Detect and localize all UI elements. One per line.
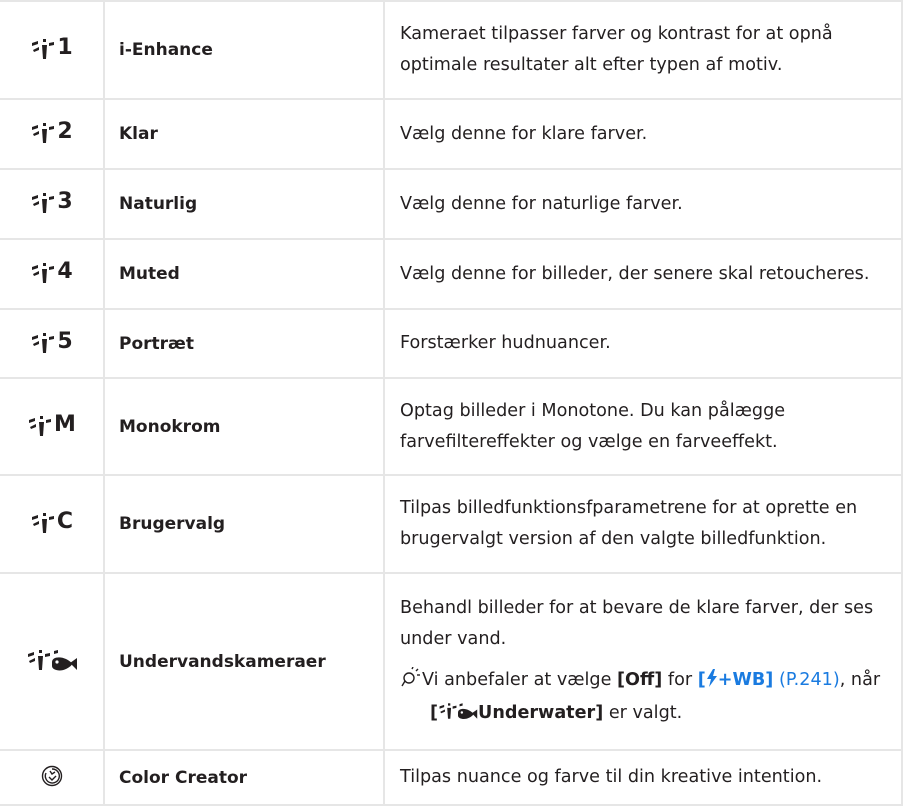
color-creator-icon: [41, 765, 63, 787]
table-row: 3 Naturlig Vælg denne for naturlige farv…: [0, 168, 903, 240]
mode-description: Kameraet tilpasser farver og kontrast fo…: [383, 0, 903, 100]
mode-icon-cell: 1: [0, 0, 105, 100]
note-flash-wb-link[interactable]: [ +WB]: [697, 668, 774, 690]
table-row: Color Creator Tilpas nuance og farve til…: [0, 749, 903, 806]
mode-description: Behandl billeder for at bevare de klare …: [400, 597, 874, 649]
mode-icon-cell: [0, 572, 105, 751]
table-row: M Monokrom Optag billeder i Monotone. Du…: [0, 377, 903, 476]
picture-mode-icon: C: [30, 510, 73, 534]
mode-description: Vælg denne for klare farver.: [383, 98, 903, 170]
mode-suffix: 2: [57, 119, 73, 144]
note-lead: Vi anbefaler at vælge: [422, 669, 618, 690]
mode-description: Optag billeder i Monotone. Du kan pålægg…: [383, 377, 903, 476]
mode-name: i-Enhance: [103, 0, 385, 100]
mode-icon-cell: 4: [0, 238, 105, 310]
mode-icon-cell: C: [0, 474, 105, 574]
mode-name: Klar: [103, 98, 385, 170]
mode-icon-cell: M: [0, 377, 105, 476]
flash-bracket: [: [697, 669, 706, 690]
mode-name: Portræt: [103, 308, 385, 379]
table-row: 5 Portræt Forstærker hudnuancer.: [0, 308, 903, 379]
mode-icon-cell: [0, 749, 105, 806]
mode-suffix: 1: [57, 35, 73, 60]
table-row: Undervandskameraer Behandl billeder for …: [0, 572, 903, 751]
table-row: 1 i-Enhance Kameraet tilpasser farver og…: [0, 0, 903, 100]
note-mode-label: Underwater]: [478, 702, 604, 723]
picture-mode-table: 1 i-Enhance Kameraet tilpasser farver og…: [0, 0, 903, 806]
picture-mode-icon: M: [27, 411, 76, 437]
mode-description: Vælg denne for billeder, der senere skal…: [383, 238, 903, 310]
mode-description: Tilpas nuance og farve til din kreative …: [383, 749, 903, 806]
mode-suffix: M: [54, 411, 76, 437]
mode-name: Brugervalg: [103, 474, 385, 574]
mode-description: Forstærker hudnuancer.: [383, 308, 903, 379]
flash-icon: [706, 667, 718, 698]
page-reference-link[interactable]: (P.241): [779, 670, 840, 690]
table-row: 4 Muted Vælg denne for billeder, der sen…: [0, 238, 903, 310]
mode-suffix: C: [56, 509, 74, 534]
note-mode-open: [: [430, 702, 439, 723]
note-tail: er valgt.: [603, 702, 683, 723]
mode-name: Monokrom: [103, 377, 385, 476]
underwater-mode-icon: [26, 649, 78, 671]
table-row: C Brugervalg Tilpas billedfunktionsfpara…: [0, 474, 903, 574]
mode-name: Undervandskameraer: [103, 572, 385, 751]
underwater-mode-icon: [438, 700, 478, 731]
note-after: , når: [839, 669, 881, 690]
mode-name: Naturlig: [103, 168, 385, 240]
mode-icon-cell: 5: [0, 308, 105, 379]
note-off-option: [Off]: [617, 669, 663, 690]
mode-description-underwater: Behandl billeder for at bevare de klare …: [383, 572, 903, 751]
mode-name: Color Creator: [103, 749, 385, 806]
picture-mode-icon: 5: [30, 328, 73, 354]
mode-icon-cell: 3: [0, 168, 105, 240]
mode-suffix: 3: [57, 189, 73, 214]
flash-wb-label: +WB]: [717, 669, 774, 690]
hint-icon: [400, 666, 422, 698]
mode-suffix: 4: [57, 259, 73, 284]
picture-mode-icon: 1: [30, 35, 73, 60]
mode-name: Muted: [103, 238, 385, 310]
picture-mode-icon: 2: [30, 119, 73, 144]
mode-description: Vælg denne for naturlige farver.: [383, 168, 903, 240]
mode-suffix: 5: [57, 328, 73, 354]
mode-description: Tilpas billedfunktionsfparametrene for a…: [383, 474, 903, 574]
note-for: for: [662, 669, 698, 690]
table-row: 2 Klar Vælg denne for klare farver.: [0, 98, 903, 170]
underwater-note: Vi anbefaler at vælge [Off] for [ +WB] (P…: [400, 665, 893, 731]
picture-mode-icon: 4: [30, 259, 73, 284]
picture-mode-icon: 3: [30, 189, 73, 214]
mode-icon-cell: 2: [0, 98, 105, 170]
